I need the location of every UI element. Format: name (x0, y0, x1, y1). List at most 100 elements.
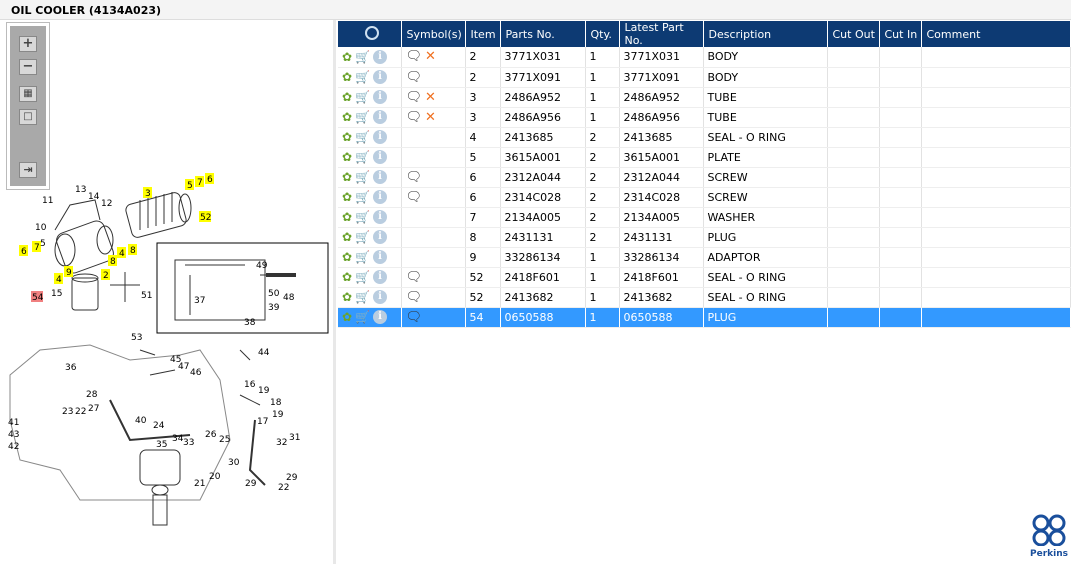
gear-icon[interactable]: ✿ (342, 270, 352, 284)
search-column-header[interactable] (338, 21, 402, 47)
svg-text:43: 43 (8, 430, 19, 440)
symbols-cell: 🗨 (401, 67, 466, 88)
zoom-in-button[interactable]: + (19, 36, 37, 52)
info-icon[interactable]: i (373, 150, 388, 164)
info-icon[interactable]: i (373, 290, 388, 304)
table-row[interactable]: ✿ 🛒 i 5 3615A001 2 3615A001 PLATE (338, 147, 1071, 168)
column-header[interactable]: Cut Out (827, 21, 880, 47)
search-icon[interactable] (364, 25, 379, 40)
table-row[interactable]: ✿ 🛒 i 🗨 52 2413682 1 2413682 SEAL - O RING (338, 287, 1071, 308)
cart-icon[interactable]: 🛒 (355, 150, 370, 164)
export-panel-button[interactable]: ⇥ (19, 162, 37, 178)
info-icon[interactable]: i (373, 210, 388, 224)
note-icon[interactable]: 🗨 (406, 290, 423, 305)
info-icon[interactable]: i (373, 130, 388, 144)
table-row[interactable]: ✿ 🛒 i 🗨 6 2312A044 2 2312A044 SCREW (338, 167, 1071, 188)
cut-in-cell (879, 247, 922, 268)
note-icon[interactable]: 🗨 (406, 49, 423, 64)
column-header[interactable]: Latest Part No. (619, 21, 704, 47)
table-row[interactable]: ✿ 🛒 i 4 2413685 2 2413685 SEAL - O RING (338, 127, 1071, 148)
info-icon[interactable]: i (373, 49, 388, 64)
info-icon[interactable]: i (373, 190, 388, 204)
table-row[interactable]: ✿ 🛒 i 9 33286134 1 33286134 ADAPTOR (338, 247, 1071, 268)
gear-icon[interactable]: ✿ (342, 290, 352, 304)
info-icon[interactable]: i (373, 110, 388, 124)
cart-icon[interactable]: 🛒 (355, 130, 370, 144)
gear-icon[interactable]: ✿ (342, 130, 352, 144)
note-icon[interactable]: 🗨 (406, 110, 423, 125)
gear-icon[interactable]: ✿ (342, 50, 352, 64)
gear-icon[interactable]: ✿ (342, 170, 352, 184)
fit-view-button[interactable]: ▦ (19, 86, 37, 102)
cart-icon[interactable]: 🛒 (355, 170, 370, 184)
latest-part-cell: 3615A001 (619, 147, 704, 168)
column-header[interactable]: Item (465, 21, 501, 47)
description-cell: PLATE (703, 147, 828, 168)
note-icon[interactable]: 🗨 (406, 190, 423, 205)
gear-icon[interactable]: ✿ (342, 150, 352, 164)
svg-text:29: 29 (286, 473, 298, 483)
svg-text:28: 28 (86, 390, 98, 400)
cart-icon[interactable]: 🛒 (355, 270, 370, 284)
gear-icon[interactable]: ✿ (342, 210, 352, 224)
column-header[interactable]: Cut In (879, 21, 922, 47)
info-icon[interactable]: i (373, 310, 388, 324)
info-icon[interactable]: i (373, 70, 388, 84)
cart-icon[interactable]: 🛒 (355, 110, 370, 124)
svg-text:34: 34 (172, 434, 184, 444)
info-icon[interactable]: i (373, 270, 388, 284)
gear-icon[interactable]: ✿ (342, 110, 352, 124)
table-row[interactable]: ✿ 🛒 i 🗨 2 3771X091 1 3771X091 BODY (338, 67, 1071, 88)
gear-icon[interactable]: ✿ (342, 250, 352, 264)
table-row[interactable]: ✿ 🛒 i 8 2431131 2 2431131 PLUG (338, 227, 1071, 248)
part-number-cell: 2134A005 (500, 207, 586, 228)
cart-icon[interactable]: 🛒 (355, 70, 370, 84)
column-header[interactable]: Symbol(s) (401, 21, 466, 47)
table-row[interactable]: ✿ 🛒 i 7 2134A005 2 2134A005 WASHER (338, 207, 1071, 228)
gear-icon[interactable]: ✿ (342, 90, 352, 104)
table-row[interactable]: ✿ 🛒 i 🗨 ✕ 3 2486A952 1 2486A952 TUBE (338, 87, 1071, 108)
note-icon[interactable]: 🗨 (406, 310, 423, 325)
cut-in-cell (879, 127, 922, 148)
info-icon[interactable]: i (373, 90, 388, 104)
table-row[interactable]: ✿ 🛒 i 🗨 52 2418F601 1 2418F601 SEAL - O RING (338, 267, 1071, 288)
info-icon[interactable]: i (373, 250, 388, 264)
table-row[interactable]: ✿ 🛒 i 🗨 ✕ 2 3771X031 1 3771X031 BODY (338, 47, 1071, 68)
cart-icon[interactable]: 🛒 (355, 50, 370, 64)
part-number-cell: 2413685 (500, 127, 586, 148)
gear-icon[interactable]: ✿ (342, 230, 352, 244)
column-header[interactable]: Description (703, 21, 828, 47)
svg-text:25: 25 (219, 435, 230, 445)
column-header[interactable]: Qty. (585, 21, 620, 47)
svg-text:2: 2 (103, 271, 109, 281)
zoom-out-button[interactable]: − (19, 59, 37, 75)
note-icon[interactable]: 🗨 (406, 270, 423, 285)
cart-icon[interactable]: 🛒 (355, 90, 370, 104)
gear-icon[interactable]: ✿ (342, 190, 352, 204)
comment-cell (921, 307, 1071, 328)
item-cell: 52 (465, 267, 501, 288)
table-row[interactable]: ✿ 🛒 i 🗨 6 2314C028 2 2314C028 SCREW (338, 187, 1071, 208)
note-icon[interactable]: 🗨 (406, 90, 423, 105)
cut-in-cell (879, 47, 922, 68)
gear-icon[interactable]: ✿ (342, 70, 352, 84)
info-icon[interactable]: i (373, 230, 388, 244)
cart-icon[interactable]: 🛒 (355, 250, 370, 264)
table-row[interactable]: ✿ 🛒 i 🗨 54 0650588 1 0650588 PLUG (338, 307, 1071, 328)
note-icon[interactable]: 🗨 (406, 70, 423, 85)
actual-size-button[interactable]: □ (19, 109, 37, 125)
gear-icon[interactable]: ✿ (342, 310, 352, 324)
column-header[interactable]: Comment (921, 21, 1071, 47)
cart-icon[interactable]: 🛒 (355, 310, 370, 324)
table-row[interactable]: ✿ 🛒 i 🗨 ✕ 3 2486A956 1 2486A956 TUBE (338, 107, 1071, 128)
part-number-cell: 2314C028 (500, 187, 586, 208)
cart-icon[interactable]: 🛒 (355, 190, 370, 204)
cut-out-cell (827, 167, 880, 188)
cart-icon[interactable]: 🛒 (355, 230, 370, 244)
cart-icon[interactable]: 🛒 (355, 290, 370, 304)
cart-icon[interactable]: 🛒 (355, 210, 370, 224)
column-header[interactable]: Parts No. (500, 21, 586, 47)
diagram-panel[interactable]: 13 14 12 11 10 15 51 49 50 48 37 39 38 53 45 47 46 4… (0, 20, 336, 564)
note-icon[interactable]: 🗨 (406, 170, 423, 185)
info-icon[interactable]: i (373, 170, 388, 184)
